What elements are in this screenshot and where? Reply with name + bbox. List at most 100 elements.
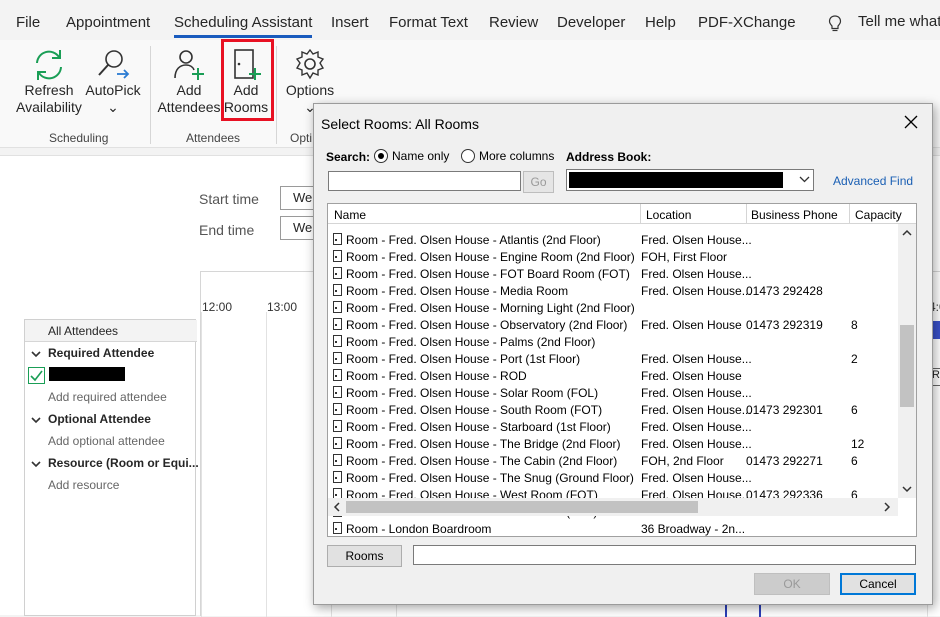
cancel-button[interactable]: Cancel [840,573,916,595]
horizontal-scrollbar[interactable] [328,498,898,516]
room-location: Fred. Olsen House... [641,386,752,400]
rooms-list[interactable]: Name Location Business Phone Capacity Ro… [327,203,917,537]
advanced-find-link[interactable]: Advanced Find [833,174,913,188]
menu-help[interactable]: Help [645,14,676,31]
optional-attendee-label: Optional Attendee [48,412,151,426]
menu-appointment[interactable]: Appointment [66,14,150,31]
menu-review[interactable]: Review [489,14,538,31]
refresh-icon [36,50,62,80]
go-button[interactable]: Go [523,171,554,193]
search-input[interactable] [328,171,521,191]
list-item[interactable]: Room - Fred. Olsen House - FOT Board Roo… [328,265,900,282]
room-name: Room - Fred. Olsen House - South Room (F… [346,403,603,417]
add-required-attendee-label: Add required attendee [48,390,167,404]
address-book-select[interactable] [566,169,814,191]
radio-unselected-icon [461,149,475,163]
check-icon[interactable] [28,367,45,384]
address-book-label: Address Book: [566,150,652,164]
resource-group[interactable]: Resource (Room or Equi... [25,452,199,474]
menu-insert[interactable]: Insert [331,14,369,31]
list-item[interactable]: Room - Fred. Olsen House - Starboard (1s… [328,418,900,435]
chevron-down-icon[interactable] [31,457,41,471]
list-item[interactable]: Room - Fred. Olsen House - The Bridge (2… [328,435,900,452]
room-location: Fred. Olsen House... [641,403,752,417]
add-attendees-button[interactable]: Add Attendees [156,48,222,116]
add-resource-label: Add resource [48,478,120,492]
list-item[interactable]: Room - Fred. Olsen House - South Room (F… [328,401,900,418]
end-time-label: End time [199,222,255,238]
room-door-icon [333,284,342,296]
ok-button[interactable]: OK [754,573,830,595]
more-columns-radio[interactable]: More columns [461,149,556,163]
menu-scheduling-assistant[interactable]: Scheduling Assistant [174,14,312,31]
optional-attendee-group[interactable]: Optional Attendee [25,408,197,430]
rooms-button[interactable]: Rooms [327,545,402,567]
room-location: 36 Broadway - 2n... [641,522,746,536]
name-only-radio[interactable]: Name only [374,149,454,163]
group-separator [276,46,277,144]
list-item[interactable]: Room - Fred. Olsen House - Palms (2nd Fl… [328,333,900,350]
menu-format-text[interactable]: Format Text [389,14,468,31]
list-item[interactable]: Room - Fred. Olsen House - Port (1st Flo… [328,350,900,367]
autopick-button[interactable]: AutoPick ⌄ [84,48,142,116]
room-door-icon [333,352,342,364]
room-location: Fred. Olsen House... [641,352,752,366]
close-icon[interactable] [903,114,919,130]
room-capacity: 2 [851,352,858,366]
add-required-attendee-row[interactable]: Add required attendee [25,386,197,408]
attendee-row[interactable] [25,364,197,386]
vertical-scroll-thumb[interactable] [900,325,914,407]
list-item[interactable]: Room - Fred. Olsen House - The Snug (Gro… [328,469,900,486]
room-name: Room - Fred. Olsen House - Solar Room (F… [346,386,599,400]
list-item[interactable]: Room - Fred. Olsen House - The Cabin (2n… [328,452,900,469]
horizontal-scroll-thumb[interactable] [346,501,698,513]
chevron-down-icon[interactable] [799,176,810,183]
menu-pdf-xchange[interactable]: PDF-XChange [698,14,796,31]
room-location: Fred. Olsen House... [641,420,752,434]
required-attendee-group[interactable]: Required Attendee [25,342,197,364]
add-attendee-icon [174,50,204,80]
redacted-attendee-name [49,367,125,381]
column-separator[interactable] [746,204,747,224]
chevron-down-icon[interactable] [31,347,41,361]
room-location: FOH, First Floor [641,250,727,264]
add-optional-attendee-label: Add optional attendee [48,434,165,448]
room-location: Fred. Olsen House... [641,284,752,298]
room-door-icon [333,386,342,398]
scroll-left-icon[interactable] [333,502,340,512]
refresh-availability-button[interactable]: Refresh Availability [14,48,84,116]
menu-file[interactable]: File [16,14,40,31]
add-attendees-label-2: Attendees [157,99,221,115]
room-door-icon [333,250,342,262]
list-item[interactable]: Room - Fred. Olsen House - Morning Light… [328,299,900,316]
selected-rooms-field[interactable] [413,545,916,565]
column-header-business-phone[interactable]: Business Phone [751,208,838,222]
refresh-label-2: Availability [16,99,82,115]
list-item[interactable]: Room - Fred. Olsen House - Solar Room (F… [328,384,900,401]
add-optional-attendee-row[interactable]: Add optional attendee [25,430,197,452]
vertical-scrollbar[interactable] [898,224,916,498]
group-label-attendees: Attendees [186,131,241,145]
add-resource-row[interactable]: Add resource [25,474,197,496]
list-item[interactable]: Room - Fred. Olsen House - Media Room Fre… [328,282,900,299]
column-separator[interactable] [849,204,850,224]
column-header-location[interactable]: Location [646,208,691,222]
menu-bar: File Appointment Scheduling Assistant In… [0,0,940,40]
all-attendees-row: All Attendees [25,320,197,342]
list-item[interactable]: Room - London Boardroom 36 Broadway - 2n.… [328,520,900,536]
tell-me-text: Tell me what [858,13,940,30]
scroll-up-icon[interactable] [902,229,912,236]
chevron-down-icon[interactable] [31,413,41,427]
scroll-right-icon[interactable] [884,502,891,512]
list-item[interactable]: Room - Fred. Olsen House - Observatory (… [328,316,900,333]
list-item[interactable]: Room - Fred. Olsen House - Engine Room (… [328,248,900,265]
column-header-capacity[interactable]: Capacity [855,208,902,222]
gear-icon [295,48,325,80]
column-separator[interactable] [640,204,641,224]
list-item[interactable]: Room - Fred. Olsen House - Atlantis (2nd… [328,231,900,248]
column-header-name[interactable]: Name [334,208,366,222]
list-item[interactable]: Room - Fred. Olsen House - ROD Fred. Olse… [328,367,900,384]
scroll-down-icon[interactable] [902,486,912,493]
menu-developer[interactable]: Developer [557,14,625,31]
room-door-icon [333,522,342,534]
